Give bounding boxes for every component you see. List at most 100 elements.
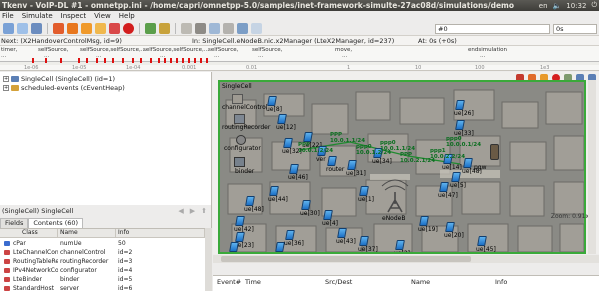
timeline-event-mark[interactable] <box>96 58 98 63</box>
timeline-event-mark[interactable] <box>104 58 106 63</box>
run-icon[interactable] <box>67 22 78 34</box>
menu-help[interactable]: Help <box>119 12 135 20</box>
timeline-label[interactable]: selfSource,selfSource,... <box>80 47 146 53</box>
run-until-icon[interactable] <box>109 22 120 34</box>
column-header-info[interactable]: Info <box>116 229 205 238</box>
inspector-tabs: Fields Contents (60) <box>0 218 84 228</box>
express-run-icon[interactable] <box>95 22 106 34</box>
column-header-time[interactable]: Time <box>245 278 261 286</box>
network-view-icon[interactable] <box>209 22 220 34</box>
timeline-event-mark[interactable] <box>112 58 114 63</box>
power-icon[interactable]: ⏻ <box>591 1 597 10</box>
column-header-event[interactable]: Event# <box>217 278 241 286</box>
table-cell-cls: cPar <box>13 240 26 247</box>
ue-node-label: 1.Ue[36] <box>274 252 300 254</box>
finish-icon[interactable] <box>145 22 156 34</box>
column-header-src-dest[interactable]: Src/Dest <box>325 278 352 286</box>
inspector-scrollbar[interactable] <box>205 228 212 291</box>
ue-node-label: ue[8] <box>266 106 282 113</box>
column-header-name[interactable]: Name <box>58 229 116 238</box>
ue-node-label: ue[4] <box>322 220 338 227</box>
contents-table: Class Name Info cPar numUe 50 LteChannelCon… <box>0 228 205 291</box>
tree-item-scheduled-events[interactable]: + scheduled-events (cEventHeap) <box>3 84 125 92</box>
inspect-icon[interactable] <box>181 22 192 34</box>
timeline-label[interactable]: endsimulation <box>468 47 507 53</box>
event-timeline[interactable]: timer, selfSource, selfSource,selfSource… <box>0 46 599 71</box>
table-row[interactable]: LteBinder binder id=5 <box>0 275 205 284</box>
timeline-label[interactable]: selfSource, <box>208 47 238 53</box>
table-row[interactable]: RoutingTableRec routingRecorder id=3 <box>0 257 205 266</box>
tree-item-singlecell[interactable]: + SingleCell (SingleCell) (id=1) <box>3 75 115 83</box>
fast-run-icon[interactable] <box>81 22 92 34</box>
column-header-class[interactable]: Class <box>0 229 58 238</box>
timeline-event-mark[interactable] <box>78 58 80 63</box>
pgw-icon[interactable] <box>490 144 499 160</box>
column-header-info[interactable]: Info <box>495 278 507 286</box>
configurator-icon[interactable] <box>236 135 246 145</box>
table-row[interactable]: LteChannelContrchannelControl id=2 <box>0 248 205 257</box>
volume-icon[interactable]: 🔈 <box>553 2 562 10</box>
timeline-event-mark[interactable] <box>188 58 190 63</box>
load-config-icon[interactable] <box>17 22 28 34</box>
timeline-label[interactable]: selfSource, <box>252 47 282 53</box>
expand-icon[interactable]: + <box>3 85 9 91</box>
menu-inspect[interactable]: Inspect <box>61 12 87 20</box>
tab-fields[interactable]: Fields <box>0 218 29 228</box>
save-icon[interactable] <box>31 22 42 34</box>
new-run-icon[interactable] <box>3 22 14 34</box>
network-vertical-scrollbar[interactable] <box>588 80 596 254</box>
event-log: Event# Time Src/Dest Name Info <box>213 275 599 291</box>
timeline-toggle-icon[interactable] <box>223 22 234 34</box>
timeline-event-mark[interactable] <box>32 58 34 63</box>
timeline-event-mark[interactable] <box>150 58 152 63</box>
timeline-event-mark[interactable] <box>132 58 134 63</box>
channel-control-icon[interactable] <box>232 94 243 104</box>
clock[interactable]: 10:32 <box>566 2 586 10</box>
menu-file[interactable]: File <box>2 12 14 20</box>
expand-icon[interactable]: + <box>3 76 9 82</box>
timeline-label[interactable]: selfSource,selfSource,... <box>143 47 209 53</box>
system-tray: en 🔈 10:32 ⏻ <box>539 0 597 11</box>
timeline-label[interactable]: selfSource, <box>38 47 68 53</box>
stop-icon[interactable] <box>123 22 134 34</box>
parent-icon[interactable]: ⬆ <box>201 207 207 215</box>
routing-recorder-icon[interactable] <box>234 114 245 124</box>
timeline-event-mark[interactable] <box>182 58 184 63</box>
scrollbar-thumb[interactable] <box>221 256 471 262</box>
timeline-event-mark[interactable] <box>164 58 166 63</box>
timeline-event-mark[interactable] <box>176 58 178 63</box>
find-icon[interactable] <box>195 22 206 34</box>
binder-icon[interactable] <box>234 157 245 167</box>
forward-icon[interactable]: ▶ <box>190 207 195 215</box>
table-row[interactable]: IPv4NetworkConfconfigurator id=4 <box>0 266 205 275</box>
timeline-event-mark[interactable] <box>200 58 202 63</box>
back-icon[interactable]: ◀ <box>178 207 183 215</box>
rebuild-network-icon[interactable] <box>159 22 170 34</box>
timeline-event-mark[interactable] <box>86 58 88 63</box>
ue-node-label: ue[31] <box>346 170 366 177</box>
timeline-event-mark[interactable] <box>122 58 124 63</box>
column-header-name[interactable]: Name <box>411 278 430 286</box>
keyboard-layout-indicator[interactable]: en <box>539 2 548 10</box>
network-horizontal-scrollbar[interactable] <box>213 255 599 263</box>
timeline-event-mark[interactable] <box>45 58 47 63</box>
table-row[interactable]: StandardHost server id=6 <box>0 284 205 291</box>
table-row[interactable]: cPar numUe 50 <box>0 239 205 248</box>
timeline-event-mark[interactable] <box>194 58 196 63</box>
step-icon[interactable] <box>53 22 64 34</box>
network-canvas[interactable]: SingleCell channelControl routingRecorde… <box>218 80 586 254</box>
menu-view[interactable]: View <box>94 12 111 20</box>
simulation-time-counter: 0s <box>553 24 597 34</box>
timeline-event-mark[interactable] <box>60 58 62 63</box>
timeline-event-mark[interactable] <box>206 58 208 63</box>
interface-label: 10.0.0.1/24 <box>446 142 482 148</box>
options-icon[interactable] <box>251 22 262 34</box>
timeline-event-mark[interactable] <box>158 58 160 63</box>
tab-contents[interactable]: Contents (60) <box>28 218 84 228</box>
timeline-event-mark[interactable] <box>170 58 172 63</box>
log-toggle-icon[interactable] <box>237 22 248 34</box>
event-number-counter: #0 <box>435 24 550 34</box>
status-bar: Next: (X2HandoverControlMsg, id=9) In: S… <box>0 36 599 46</box>
menu-simulate[interactable]: Simulate <box>22 12 53 20</box>
timeline-event-mark[interactable] <box>140 58 142 63</box>
